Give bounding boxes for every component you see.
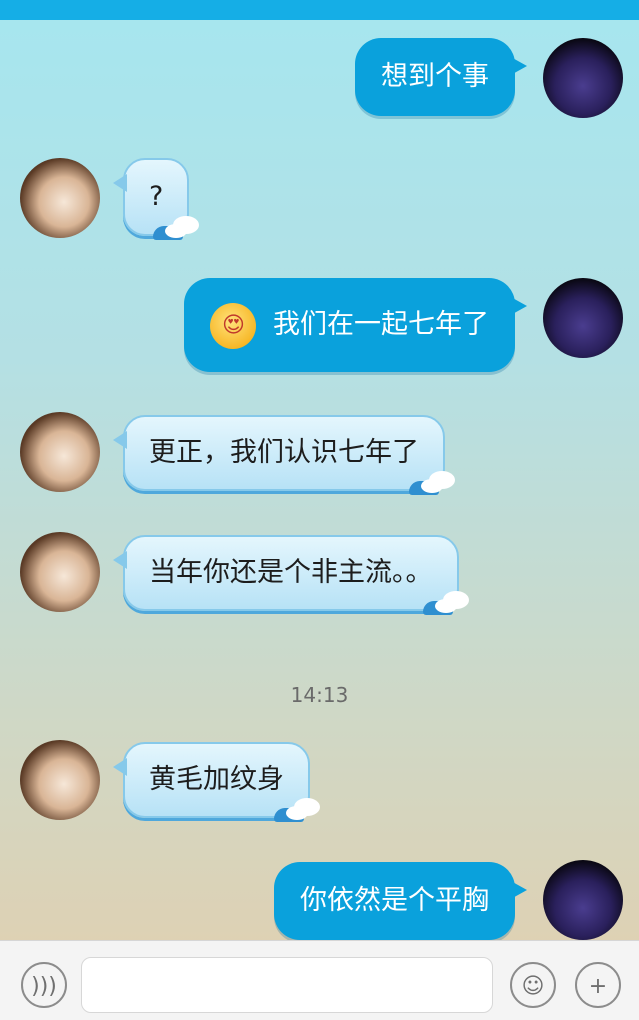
contact-avatar[interactable] bbox=[20, 532, 100, 612]
message-input[interactable] bbox=[81, 957, 493, 1013]
contact-avatar[interactable] bbox=[20, 158, 100, 238]
message-bubble-sent[interactable]: 😍 我们在一起七年了 bbox=[184, 278, 527, 372]
chat-thread[interactable]: 想到个事 ? 😍 我们在一起七年了 更正，我们认识七年了 当年你还是个非主流。。… bbox=[0, 20, 639, 940]
message-text: 想到个事 bbox=[381, 61, 489, 92]
message-text: ? bbox=[149, 181, 164, 212]
message-bubble-received[interactable]: 更正，我们认识七年了 bbox=[113, 415, 455, 495]
status-bar bbox=[0, 0, 639, 20]
message-timestamp: 14:13 bbox=[290, 683, 349, 707]
contact-avatar[interactable] bbox=[20, 412, 100, 492]
wave-decoration-icon bbox=[409, 471, 455, 497]
heart-eyes-emoji-icon: 😍 bbox=[210, 302, 257, 349]
smiley-icon: ☺ bbox=[521, 974, 545, 999]
my-avatar[interactable] bbox=[543, 278, 623, 358]
plus-icon: + bbox=[588, 974, 608, 999]
input-toolbar: ))) ☺ + bbox=[0, 940, 639, 1020]
message-bubble-received[interactable]: 黄毛加纹身 bbox=[113, 742, 320, 822]
emoji-button[interactable]: ☺ bbox=[510, 962, 556, 1008]
message-text: 你依然是个平胸 bbox=[300, 885, 489, 916]
message-bubble-sent[interactable]: 想到个事 bbox=[355, 38, 527, 116]
message-text: 当年你还是个非主流。。 bbox=[149, 557, 433, 588]
message-text: 我们在一起七年了 bbox=[273, 309, 489, 340]
wave-decoration-icon bbox=[422, 591, 469, 617]
message-bubble-received[interactable]: 当年你还是个非主流。。 bbox=[113, 535, 469, 615]
wave-decoration-icon bbox=[274, 798, 320, 824]
my-avatar[interactable] bbox=[543, 860, 623, 940]
message-text: 黄毛加纹身 bbox=[149, 764, 284, 795]
voice-input-button[interactable]: ))) bbox=[21, 962, 67, 1008]
message-bubble-received[interactable]: ? bbox=[112, 158, 200, 240]
contact-avatar[interactable] bbox=[20, 740, 100, 820]
voice-icon: ))) bbox=[31, 974, 57, 999]
more-button[interactable]: + bbox=[575, 962, 621, 1008]
wave-decoration-icon bbox=[153, 216, 200, 242]
my-avatar[interactable] bbox=[543, 38, 623, 118]
message-bubble-sent[interactable]: 你依然是个平胸 bbox=[274, 862, 527, 940]
message-text: 更正，我们认识七年了 bbox=[149, 437, 419, 468]
